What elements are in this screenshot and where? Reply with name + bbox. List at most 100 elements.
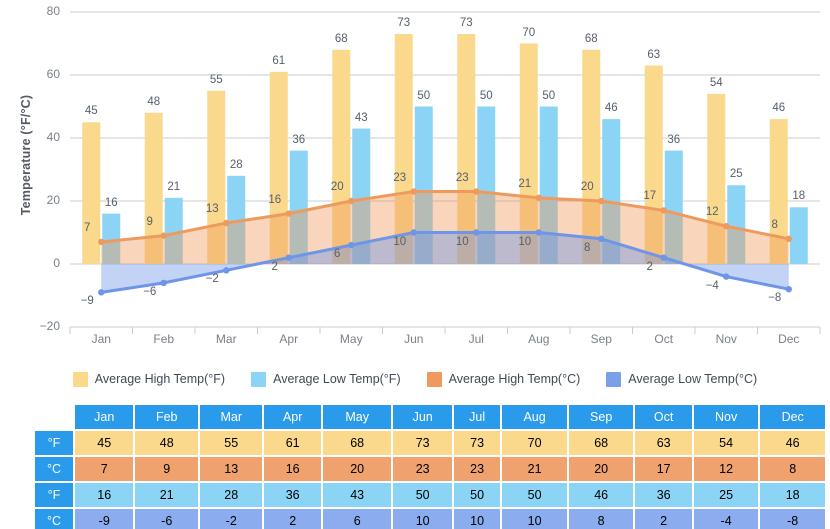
area-label-low-c: −2 <box>205 273 219 286</box>
area-label-high-c: 17 <box>643 190 657 203</box>
y-axis-tick-label: −20 <box>39 319 60 333</box>
table-cell: -4 <box>693 509 759 529</box>
table-cell: -2 <box>200 509 263 529</box>
weather-temperature-chart-page: Temperature (°F/°C) 80 60 40 20 0 −20 45 16 48 21… <box>0 0 830 529</box>
table-cell: 70 <box>502 431 567 455</box>
area-label-low-c: −4 <box>705 279 719 292</box>
bar-label-low-f: 46 <box>604 102 618 115</box>
area-label-high-c: 8 <box>771 218 778 231</box>
x-axis-month-label: Mar <box>215 332 237 346</box>
table-cell: 18 <box>760 483 825 507</box>
table-cell: 2 <box>264 509 321 529</box>
bar-label-low-f: 43 <box>354 111 368 124</box>
area-high-c-point <box>348 197 355 205</box>
table-cell: 73 <box>453 431 501 455</box>
table-cell: 20 <box>322 457 392 481</box>
y-axis-tick-label: 40 <box>46 130 60 144</box>
table-cell: 7 <box>75 457 134 481</box>
bar-label-low-f: 36 <box>292 133 306 146</box>
table-column-header: Sep <box>568 405 634 429</box>
area-high-c-point <box>98 238 105 246</box>
table-cell: 43 <box>322 483 392 507</box>
table-cell: 8 <box>568 509 634 529</box>
table-header: Jan Feb Mar Apr May Jun Jul Aug Sep Oct Nov Dec <box>35 405 825 429</box>
legend-label: Average High Temp(°C) <box>448 372 581 386</box>
bar-high-f <box>82 122 101 264</box>
table-row-header: °F <box>35 483 73 507</box>
area-label-high-c: 23 <box>393 171 407 184</box>
area-label-low-c: 2 <box>646 260 653 273</box>
table-cell: 10 <box>453 509 501 529</box>
table-cell: 28 <box>200 483 263 507</box>
bar-label-low-f: 18 <box>792 190 806 203</box>
table-cell: 9 <box>135 457 198 481</box>
area-label-high-c: 13 <box>205 203 219 216</box>
bar-label-high-f: 45 <box>84 105 98 118</box>
y-axis-tick-label: 20 <box>46 193 60 207</box>
area-high-c-point <box>410 188 417 195</box>
area-label-low-c: 10 <box>518 235 532 248</box>
table-header-row: Jan Feb Mar Apr May Jun Jul Aug Sep Oct Nov Dec <box>35 405 825 429</box>
table-cell: 61 <box>264 431 321 455</box>
legend-item-4[interactable]: Average Low Temp(°C) <box>606 371 757 387</box>
legend-label: Average High Temp(°F) <box>94 372 226 386</box>
area-label-high-c: 20 <box>330 181 344 193</box>
bar-label-high-f: 61 <box>272 54 286 67</box>
table-cell: 55 <box>200 431 263 455</box>
x-axis-month-label: Aug <box>528 332 550 346</box>
table-column-header: Feb <box>135 405 198 429</box>
area-high-c-point <box>223 219 230 227</box>
x-axis-month-label: May <box>339 332 363 346</box>
bar-label-low-f: 25 <box>729 168 743 181</box>
table-column-header: Nov <box>693 405 759 429</box>
temperature-data-table: Jan Feb Mar Apr May Jun Jul Aug Sep Oct Nov Dec °F 4… <box>33 403 827 529</box>
area-high-c-point <box>785 235 792 242</box>
bar-label-high-f: 73 <box>459 17 473 30</box>
table-cell: 20 <box>568 457 634 481</box>
area-label-low-c: 8 <box>584 241 591 254</box>
area-high-c-point <box>535 194 542 202</box>
legend-swatch-icon <box>426 371 442 387</box>
table-cell: 50 <box>453 483 501 507</box>
table-cell: 50 <box>393 483 452 507</box>
table-cell: 6 <box>322 509 392 529</box>
x-axis-month-label: Feb <box>153 332 175 346</box>
table-cell: 16 <box>75 483 134 507</box>
table-column-header: Jan <box>75 405 134 429</box>
table-row: °C -9 -6 -2 2 6 10 10 10 8 2 -4 -8 <box>35 509 825 529</box>
x-axis-month-label: Jun <box>404 332 424 346</box>
table-column-header: Oct <box>635 405 692 429</box>
area-label-high-c: 23 <box>455 171 469 184</box>
legend-swatch-icon <box>72 371 88 387</box>
bar-low-f <box>789 207 808 264</box>
area-high-c-point <box>598 197 605 205</box>
table-cell: 48 <box>135 431 198 455</box>
table-corner-cell <box>35 405 73 429</box>
bar-label-low-f: 16 <box>104 196 118 209</box>
area-label-low-c: −8 <box>768 292 782 305</box>
table-cell: 54 <box>693 431 759 455</box>
table-row: °F 16 21 28 36 43 50 50 50 46 36 25 18 <box>35 483 825 507</box>
table-cell: 10 <box>502 509 567 529</box>
bar-label-high-f: 68 <box>334 32 348 45</box>
table-column-header: Jul <box>453 405 501 429</box>
x-axis-month-label: Nov <box>715 332 737 346</box>
legend-swatch-icon <box>251 371 267 387</box>
table-row: °F 45 48 55 61 68 73 73 70 68 63 54 46 <box>35 431 825 455</box>
area-high-c-point <box>285 210 292 217</box>
area-label-high-c: 21 <box>518 177 532 190</box>
area-label-low-c: −9 <box>80 295 94 308</box>
x-axis-month-label: Jul <box>468 332 484 346</box>
legend-item-3[interactable]: Average High Temp(°C) <box>426 371 581 387</box>
bar-label-low-f: 50 <box>479 89 493 102</box>
chart-plot-area: Temperature (°F/°C) 80 60 40 20 0 −20 45 16 48 21… <box>0 0 830 355</box>
bar-label-low-f: 50 <box>542 89 556 102</box>
area-high-c-point <box>160 232 167 239</box>
legend-item-2[interactable]: Average Low Temp(°F) <box>251 371 401 387</box>
table-cell: 21 <box>135 483 198 507</box>
bar-label-low-f: 21 <box>167 180 181 193</box>
legend-item-1[interactable]: Average High Temp(°F) <box>72 371 226 387</box>
bar-label-high-f: 70 <box>522 26 536 39</box>
area-label-high-c: 9 <box>146 215 153 228</box>
bar-label-low-f: 28 <box>229 158 243 171</box>
